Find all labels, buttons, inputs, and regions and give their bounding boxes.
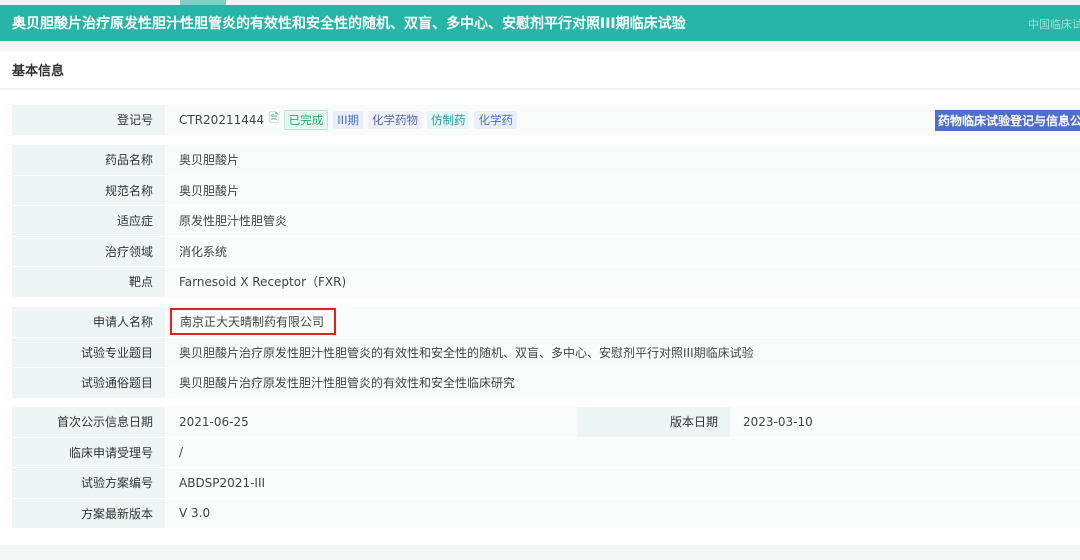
field-value: 2023-03-10 [743,414,813,429]
chem-badge: 化学药 [474,110,517,129]
table-row: 药品名称 奥贝胆酸片 [12,145,1080,176]
table-row: 试验方案编号 ABDSP2021-III [12,468,1080,499]
table-row: 方案最新版本 V 3.0 [12,498,1080,529]
divider [0,88,1080,90]
field-value: 2021-06-25 [179,414,249,429]
table-row: 治疗领域 消化系统 [12,236,1080,267]
field-label: 首次公示信息日期 [12,407,165,437]
table-row: 首次公示信息日期 2021-06-25 版本日期 2023-03-10 [12,407,1080,438]
table-row: 临床申请受理号 / [12,437,1080,468]
field-label: 规范名称 [12,175,165,205]
field-label: 试验方案编号 [12,468,165,498]
table-row: 适应症 原发性胆汁性胆管炎 [12,206,1080,237]
field-value: 奥贝胆酸片治疗原发性胆汁性胆管炎的有效性和安全性临床研究 [179,376,516,391]
registration-number: CTR20211444 [179,112,265,127]
table-row: 规范名称 奥贝胆酸片 [12,175,1080,206]
registration-group: 登记号 CTR20211444 🗎 已完成 III期 化学药物 仿制药 化学药 … [12,105,1080,136]
field-value: 奥贝胆酸片 [179,153,240,168]
field-value: 消化系统 [179,244,228,259]
field-value: 原发性胆汁性胆管炎 [179,214,288,229]
field-label: 登记号 [12,105,165,135]
field-label: 方案最新版本 [12,498,165,528]
divider [0,545,1080,560]
table-row: 申请人名称 南京正大天晴制药有限公司 [12,307,1080,338]
field-value: Farnesoid X Receptor（FXR) [179,275,347,290]
field-value: V 3.0 [179,506,211,521]
page-header: 奥贝胆酸片治疗原发性胆汁性胆管炎的有效性和安全性的随机、双盲、多中心、安慰剂平行… [0,5,1080,41]
document-icon[interactable]: 🗎 [269,109,279,130]
applicant-group: 申请人名称 南京正大天晴制药有限公司 试验专业题目 奥贝胆酸片治疗原发性胆汁性胆管炎… [12,307,1080,399]
section-title: 基本信息 [12,64,65,79]
publish-platform-button[interactable]: 药物临床试验登记与信息公示平台 [935,110,1080,131]
field-label: 试验专业题目 [12,337,165,367]
drug-type-badge: 化学药物 [367,110,422,129]
table-row: 靶点 Farnesoid X Receptor（FXR) [12,267,1080,298]
registration-row: 登记号 CTR20211444 🗎 已完成 III期 化学药物 仿制药 化学药 … [12,105,1080,136]
field-value: 奥贝胆酸片 [179,183,240,198]
field-label: 临床申请受理号 [12,437,165,467]
site-name[interactable]: 中国临床试 [1028,16,1080,32]
field-label: 试验通俗题目 [12,368,165,398]
field-label: 治疗领域 [12,236,165,266]
protocol-group: 首次公示信息日期 2021-06-25 版本日期 2023-03-10 临床申请… [12,407,1080,529]
status-badge: 已完成 [283,109,329,130]
field-value: 奥贝胆酸片治疗原发性胆汁性胆管炎的有效性和安全性的随机、双盲、多中心、安慰剂平行… [179,345,754,360]
field-value: ABDSP2021-III [179,475,266,490]
field-label: 版本日期 [577,407,730,437]
drug-group: 药品名称 奥贝胆酸片 规范名称 奥贝胆酸片 适应症 原发性胆汁性胆管炎 治疗领域 消化系… [12,145,1080,298]
field-label: 靶点 [12,267,165,297]
field-label: 申请人名称 [12,307,165,337]
field-label: 药品名称 [12,145,165,175]
table-row: 试验通俗题目 奥贝胆酸片治疗原发性胆汁性胆管炎的有效性和安全性临床研究 [12,368,1080,399]
field-value: / [179,445,184,460]
divider [0,41,1080,51]
field-label: 适应症 [12,206,165,236]
page-title: 奥贝胆酸片治疗原发性胆汁性胆管炎的有效性和安全性的随机、双盲、多中心、安慰剂平行… [12,16,686,32]
applicant-name-highlighted: 南京正大天晴制药有限公司 [170,308,337,336]
phase-badge: III期 [333,110,363,129]
table-row: 试验专业题目 奥贝胆酸片治疗原发性胆汁性胆管炎的有效性和安全性的随机、双盲、多中心… [12,337,1080,368]
generic-badge: 仿制药 [426,110,470,129]
